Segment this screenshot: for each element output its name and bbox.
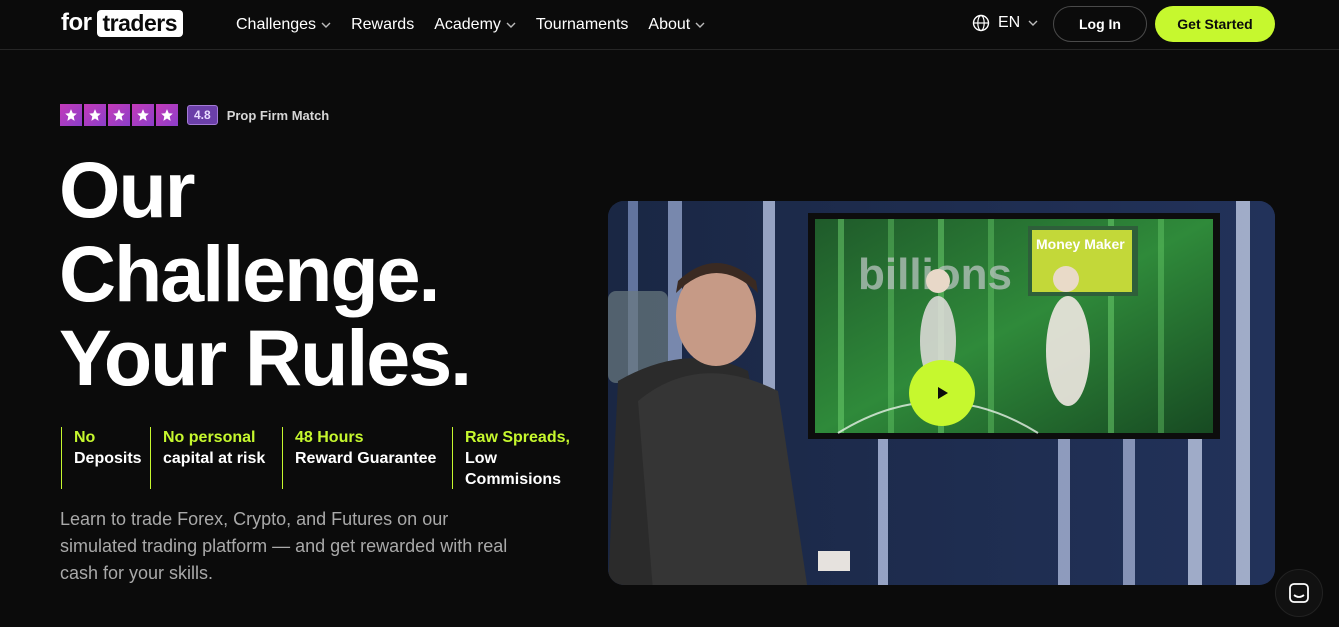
nav-item-label: Tournaments — [535, 16, 629, 33]
nav-item-label: Challenges — [236, 16, 317, 33]
language-selector[interactable]: EN — [972, 14, 1038, 32]
headline-line-1: Our — [59, 145, 195, 234]
top-navigation: for traders Challenges Rewards Academy T… — [0, 0, 1339, 50]
star-icon — [156, 104, 178, 126]
feature-highlight: No — [74, 429, 96, 446]
login-button[interactable]: Log In — [1053, 6, 1147, 42]
chevron-down-icon — [506, 22, 516, 28]
chevron-down-icon — [1028, 20, 1038, 26]
feature-no-personal-capital: No personal capital at risk — [150, 427, 280, 489]
logo[interactable]: for traders — [61, 9, 183, 37]
feature-raw-spreads: Raw Spreads, Low Commisions — [452, 427, 582, 489]
hero-headline: Our Challenge. Your Rules. — [59, 145, 472, 402]
nav-item-tournaments[interactable]: Tournaments — [536, 16, 629, 34]
logo-for: for — [61, 9, 92, 36]
feature-highlight: 48 Hours — [295, 429, 364, 446]
logo-traders: traders — [96, 9, 183, 37]
rating-score: 4.8 — [187, 105, 218, 125]
rating-source: Prop Firm Match — [226, 107, 330, 123]
headline-line-3: Your Rules. — [59, 313, 472, 402]
nav-item-rewards[interactable]: Rewards — [351, 16, 414, 34]
rating-badge: 4.8 Prop Firm Match — [60, 104, 329, 126]
feature-text: Reward Guarantee — [295, 450, 437, 467]
feature-text: Deposits — [74, 450, 142, 467]
get-started-button[interactable]: Get Started — [1155, 6, 1275, 42]
globe-icon — [972, 14, 990, 32]
nav-item-label: About — [648, 16, 691, 33]
star-icon — [108, 104, 130, 126]
play-button[interactable] — [909, 360, 975, 426]
chat-icon — [1289, 583, 1309, 603]
poster-text: Money Maker — [1036, 236, 1125, 252]
star-icon — [132, 104, 154, 126]
star-icon — [84, 104, 106, 126]
chevron-down-icon — [695, 22, 705, 28]
chat-launcher-button[interactable] — [1275, 569, 1323, 617]
nav-item-label: Academy — [434, 16, 501, 33]
feature-text: capital at risk — [163, 450, 266, 467]
nav-item-challenges[interactable]: Challenges — [236, 16, 331, 34]
nav-item-label: Rewards — [351, 16, 415, 33]
nav-item-academy[interactable]: Academy — [434, 16, 516, 34]
feature-no-deposits: No Deposits — [61, 427, 149, 489]
star-icon — [60, 104, 82, 126]
nav-item-about[interactable]: About — [648, 16, 705, 34]
play-icon — [938, 387, 948, 399]
hero-description: Learn to trade Forex, Crypto, and Future… — [60, 509, 508, 583]
feature-highlight: No personal — [163, 429, 256, 446]
chevron-down-icon — [321, 22, 331, 28]
star-rating — [60, 104, 178, 126]
language-label: EN — [998, 14, 1021, 31]
headline-line-2: Challenge. — [59, 229, 440, 318]
main-menu: Challenges Rewards Academy Tournaments A… — [236, 0, 705, 50]
feature-48-hours: 48 Hours Reward Guarantee — [282, 427, 442, 489]
feature-highlight: Raw Spreads, — [465, 429, 570, 446]
feature-text: Low Commisions — [465, 450, 562, 488]
